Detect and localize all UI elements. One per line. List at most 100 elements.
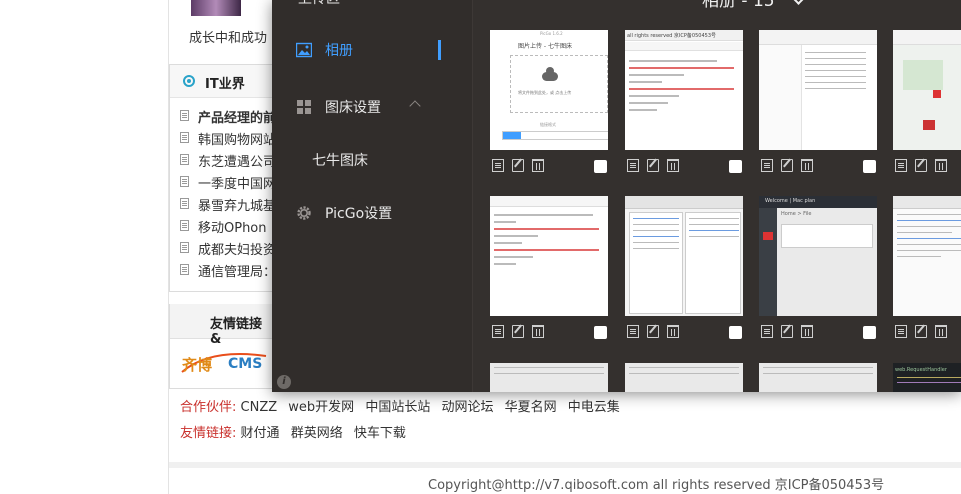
target-icon (183, 75, 195, 87)
image-thumbnail[interactable]: Welcome | Mac plan Home > File (759, 196, 877, 316)
card-actions (893, 159, 961, 175)
copy-icon[interactable] (627, 159, 639, 172)
document-icon (180, 264, 189, 275)
news-item[interactable]: 产品经理的前 (180, 107, 276, 129)
news-item-text[interactable]: 东芝遭遇公司 (198, 155, 276, 170)
edit-icon[interactable] (647, 159, 659, 172)
copy-icon[interactable] (627, 325, 639, 338)
image-thumbnail[interactable] (893, 196, 961, 316)
it-news-title: IT业界 (205, 77, 245, 92)
delete-icon[interactable] (801, 325, 813, 338)
select-checkbox[interactable] (863, 326, 876, 339)
copy-icon[interactable] (492, 325, 504, 338)
it-news-header: IT业界 (170, 65, 275, 98)
select-checkbox[interactable] (729, 160, 742, 173)
card-actions (625, 325, 745, 341)
copy-icon[interactable] (761, 325, 773, 338)
select-checkbox[interactable] (863, 160, 876, 173)
document-icon (180, 242, 189, 253)
copy-icon[interactable] (895, 159, 907, 172)
image-thumbnail[interactable] (625, 196, 743, 316)
news-item-text[interactable]: 通信管理局： (198, 265, 276, 280)
partner-link[interactable]: 华夏名网 (505, 400, 557, 415)
edit-icon[interactable] (781, 325, 793, 338)
news-item[interactable]: 移动OPhon (180, 217, 276, 239)
edit-icon[interactable] (512, 325, 524, 338)
image-thumbnail[interactable]: all rights reserved 京ICP备050453号 (625, 30, 743, 150)
news-item[interactable]: 成都夫妇投资 (180, 239, 276, 261)
partner-link[interactable]: CNZZ (241, 400, 278, 415)
thumb-text: Welcome | Mac plan (765, 198, 816, 204)
sidebar-item-picgo-settings[interactable]: PicGo设置 (272, 193, 472, 233)
news-item[interactable]: 暴雪弃九城基 (180, 195, 276, 217)
delete-icon[interactable] (801, 159, 813, 172)
hero-image[interactable] (191, 0, 241, 16)
gallery-card: all rights reserved 京ICP备050453号 (625, 30, 745, 173)
edit-icon[interactable] (512, 159, 524, 172)
edit-icon[interactable] (915, 159, 927, 172)
sidebar-subitem-qiniu[interactable]: 七牛图床 (312, 150, 368, 170)
friend-link[interactable]: 群英网络 (291, 426, 343, 441)
image-thumbnail[interactable] (759, 363, 877, 392)
news-item[interactable]: 一季度中国网 (180, 173, 276, 195)
info-icon[interactable]: i (277, 375, 291, 389)
news-item-text[interactable]: 一季度中国网 (198, 177, 276, 192)
news-item-text[interactable]: 暴雪弃九城基 (198, 199, 276, 214)
sidebar-item-pic-bed-settings[interactable]: 图床设置 (272, 87, 472, 127)
sidebar-item-upload[interactable]: 上传区 (298, 0, 340, 8)
qibo-cms-logo[interactable]: 齐博 CMS (180, 346, 272, 378)
delete-icon[interactable] (667, 325, 679, 338)
friend-link[interactable]: 快车下载 (354, 426, 406, 441)
news-item[interactable]: 东芝遭遇公司 (180, 151, 276, 173)
gallery-card (893, 196, 961, 338)
select-checkbox[interactable] (729, 326, 742, 339)
thumb-text: all rights reserved 京ICP备050453号 (627, 33, 716, 39)
sidebar-item-album[interactable]: 相册 (272, 30, 472, 70)
document-icon (180, 176, 189, 187)
image-thumbnail[interactable] (759, 30, 877, 150)
friend-links-tab[interactable]: 友情链接 & (170, 304, 275, 347)
friend-link[interactable]: 财付通 (241, 426, 280, 441)
card-actions (759, 159, 879, 175)
copy-icon[interactable] (492, 159, 504, 172)
partner-link[interactable]: 中电云集 (568, 400, 620, 415)
edit-icon[interactable] (647, 325, 659, 338)
image-thumbnail[interactable]: PicGo 1.6.2 图片上传 - 七牛图床 将文件拖到此处，或 点击上传 链… (490, 30, 608, 150)
delete-icon[interactable] (667, 159, 679, 172)
news-item-text[interactable]: 移动OPhon (198, 221, 267, 236)
hero-caption[interactable]: 成长中和成功 (189, 27, 267, 46)
delete-icon[interactable] (532, 159, 544, 172)
cloud-upload-icon (542, 67, 558, 81)
news-item-text[interactable]: 韩国购物网站 (198, 133, 276, 148)
grid-icon (297, 100, 311, 114)
image-thumbnail[interactable] (893, 30, 961, 150)
news-item-text[interactable]: 成都夫妇投资 (198, 243, 276, 258)
edit-icon[interactable] (915, 325, 927, 338)
friend-links-section: 友情链接 & 齐博 CMS (169, 304, 276, 389)
partner-link[interactable]: 动网论坛 (441, 400, 493, 415)
chevron-down-icon[interactable] (792, 0, 805, 5)
image-thumbnail[interactable] (490, 363, 608, 392)
news-item-text[interactable]: 产品经理的前 (198, 111, 276, 126)
image-thumbnail[interactable] (490, 196, 608, 316)
partner-link[interactable]: 中国站长站 (365, 400, 430, 415)
image-thumbnail[interactable] (625, 363, 743, 392)
delete-icon[interactable] (935, 159, 947, 172)
delete-icon[interactable] (935, 325, 947, 338)
copy-icon[interactable] (895, 325, 907, 338)
friend-links-line: 友情链接: 财付通 群英网络 快车下载 (180, 422, 413, 441)
thumb-text: web.RequestHandler (895, 367, 947, 373)
edit-icon[interactable] (781, 159, 793, 172)
document-icon (180, 154, 189, 165)
logo-text-en: CMS (228, 356, 262, 372)
image-thumbnail[interactable]: web.RequestHandler (893, 363, 961, 392)
select-checkbox[interactable] (594, 160, 607, 173)
news-item[interactable]: 通信管理局： (180, 261, 276, 283)
delete-icon[interactable] (532, 325, 544, 338)
document-icon (180, 110, 189, 121)
copy-icon[interactable] (761, 159, 773, 172)
news-item[interactable]: 韩国购物网站 (180, 129, 276, 151)
thumb-dropzone (510, 55, 608, 113)
partner-link[interactable]: web开发网 (288, 400, 354, 415)
select-checkbox[interactable] (594, 326, 607, 339)
